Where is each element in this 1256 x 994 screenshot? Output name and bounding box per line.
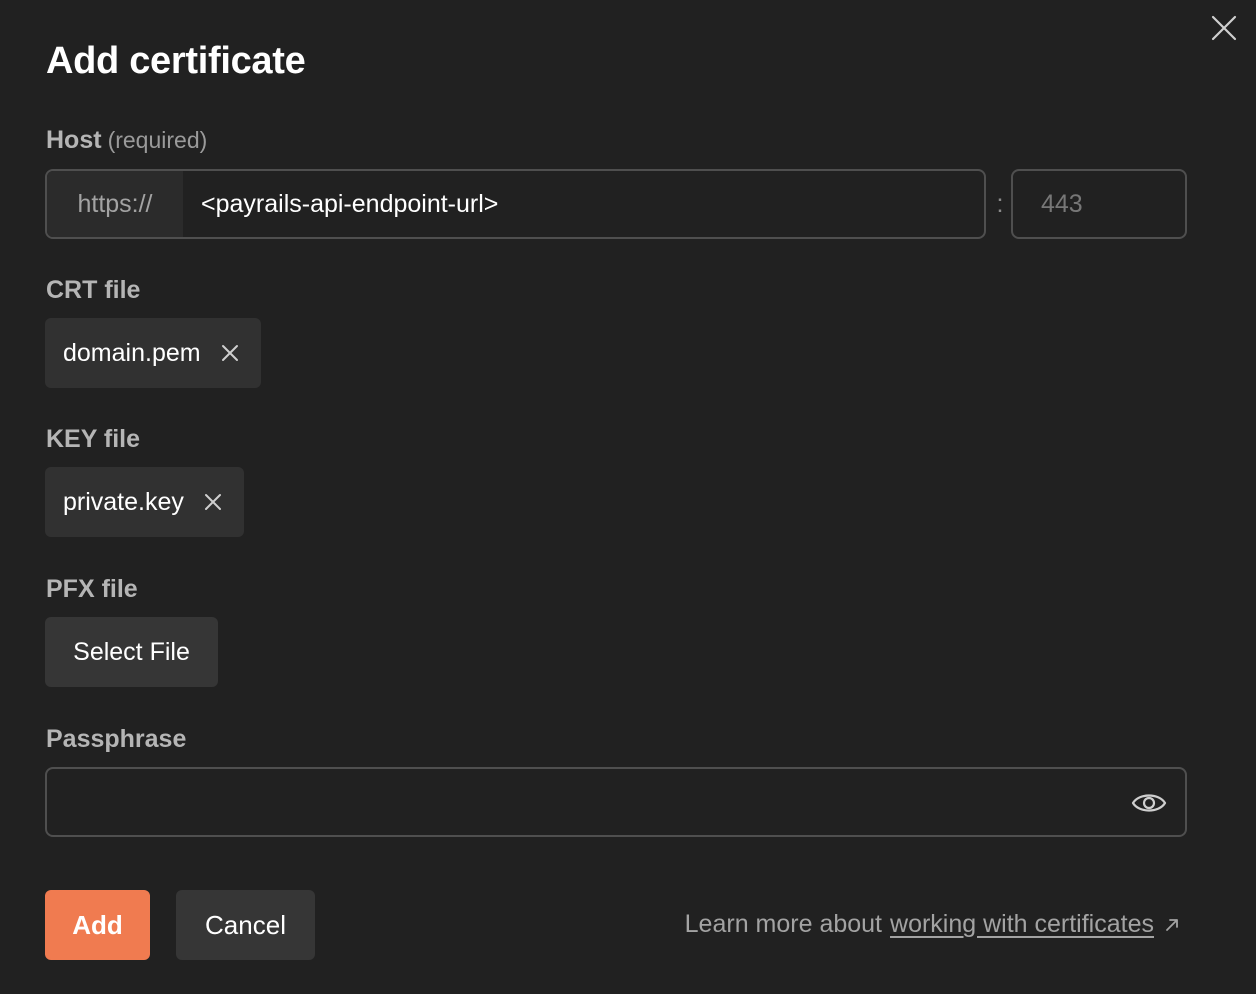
add-certificate-dialog: Add certificate Host (required) https:// … xyxy=(0,0,1256,994)
eye-icon xyxy=(1131,794,1167,812)
working-with-certificates-link[interactable]: working with certificates xyxy=(890,910,1154,939)
key-file-label: KEY file xyxy=(46,425,141,453)
crt-file-chip: domain.pem xyxy=(45,318,261,388)
host-input[interactable]: https:// <payrails-api-endpoint-url> xyxy=(45,169,986,239)
add-button[interactable]: Add xyxy=(45,890,150,960)
select-pfx-file-button[interactable]: Select File xyxy=(45,617,218,687)
key-file-chip: private.key xyxy=(45,467,244,537)
remove-crt-file-button[interactable] xyxy=(221,344,239,362)
cancel-button[interactable]: Cancel xyxy=(176,890,315,960)
close-button[interactable] xyxy=(1206,10,1242,46)
host-required-hint: (required) xyxy=(107,127,208,153)
passphrase-input[interactable] xyxy=(45,767,1187,837)
crt-file-name: domain.pem xyxy=(63,338,201,367)
learn-more-text: Learn more about working with certificat… xyxy=(685,910,1180,939)
passphrase-label: Passphrase xyxy=(46,725,187,753)
host-protocol-prefix: https:// xyxy=(47,171,183,237)
close-icon xyxy=(204,494,221,510)
host-port-separator: : xyxy=(996,189,1004,218)
toggle-passphrase-visibility-button[interactable] xyxy=(1129,783,1169,823)
learn-more-prefix: Learn more about xyxy=(684,910,883,938)
host-row: https:// <payrails-api-endpoint-url> : 4… xyxy=(45,169,1187,239)
port-input[interactable]: 443 xyxy=(1011,169,1187,239)
key-file-name: private.key xyxy=(63,487,184,516)
dialog-title: Add certificate xyxy=(46,40,306,82)
host-value[interactable]: <payrails-api-endpoint-url> xyxy=(183,171,984,237)
pfx-file-label: PFX file xyxy=(46,575,138,603)
crt-file-label: CRT file xyxy=(46,276,141,304)
remove-key-file-button[interactable] xyxy=(204,493,222,511)
host-label: Host (required) xyxy=(46,126,207,155)
host-label-text: Host xyxy=(46,126,102,154)
close-icon xyxy=(1211,15,1237,41)
close-icon xyxy=(221,345,238,361)
external-link-icon xyxy=(1164,917,1180,933)
